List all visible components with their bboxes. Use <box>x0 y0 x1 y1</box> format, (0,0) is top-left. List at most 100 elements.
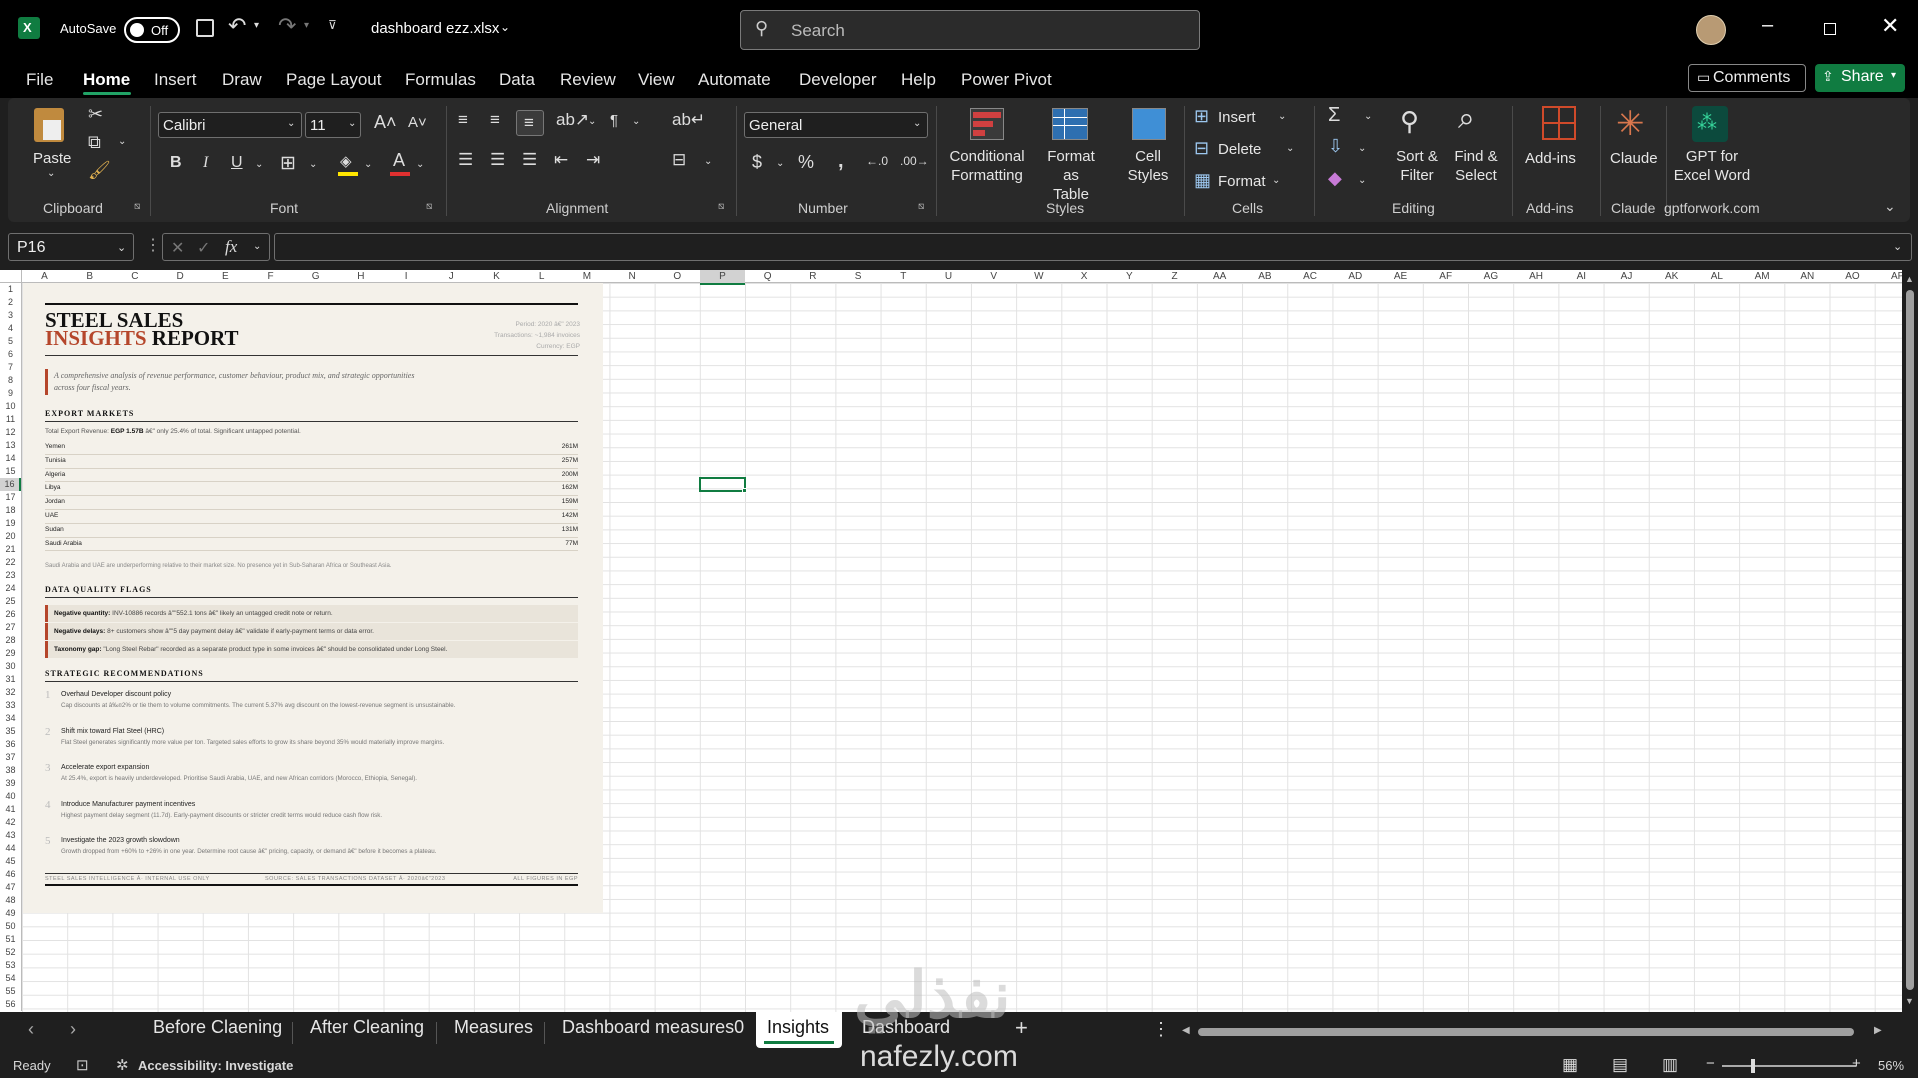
column-header[interactable]: AL <box>1694 270 1739 283</box>
row-header[interactable]: 24 <box>0 582 21 595</box>
redo-dropdown-icon[interactable]: ▾ <box>304 20 309 31</box>
row-header[interactable]: 8 <box>0 374 21 387</box>
percent-icon[interactable]: % <box>798 152 814 173</box>
minimize-icon[interactable]: – <box>1762 14 1773 37</box>
cut-icon[interactable]: ✂ <box>88 104 103 125</box>
menu-formulas[interactable]: Formulas <box>405 70 476 90</box>
column-header[interactable]: AF <box>1423 270 1468 283</box>
align-center-icon[interactable]: ☰ <box>490 150 505 170</box>
row-header[interactable]: 49 <box>0 907 21 920</box>
row-header[interactable]: 18 <box>0 504 21 517</box>
row-header[interactable]: 3 <box>0 309 21 322</box>
menu-draw[interactable]: Draw <box>222 70 262 90</box>
fill-chevron-icon[interactable]: ⌄ <box>1358 143 1366 154</box>
row-header[interactable]: 13 <box>0 439 21 452</box>
menu-data[interactable]: Data <box>499 70 535 90</box>
clipboard-launcher-icon[interactable]: ⧅ <box>134 201 140 212</box>
column-header[interactable]: AI <box>1559 270 1604 283</box>
column-header[interactable]: AM <box>1740 270 1785 283</box>
row-header[interactable]: 17 <box>0 491 21 504</box>
accessibility-status[interactable]: Accessibility: Investigate <box>138 1058 293 1073</box>
close-icon[interactable]: ✕ <box>1881 13 1899 39</box>
align-middle-icon[interactable]: ≡ <box>490 110 500 130</box>
ribbon-collapse-icon[interactable]: ⌄ <box>1884 198 1896 215</box>
row-header[interactable]: 15 <box>0 465 21 478</box>
accessibility-icon[interactable]: ✲ <box>116 1056 129 1074</box>
comments-button[interactable]: ▭ Comments <box>1688 64 1806 92</box>
undo-icon[interactable]: ↶ <box>228 13 246 39</box>
text-direction-chevron-icon[interactable]: ⌄ <box>632 116 640 127</box>
font-launcher-icon[interactable]: ⧅ <box>426 201 432 212</box>
orientation-icon[interactable]: ab↗ <box>556 110 589 130</box>
format-painter-icon[interactable]: 🖌 <box>88 160 111 181</box>
delete-chevron-icon[interactable]: ⌄ <box>1286 143 1294 154</box>
increase-indent-icon[interactable]: ⇥ <box>586 150 600 170</box>
gpt-for-excel-icon[interactable]: ⁂ <box>1692 106 1728 142</box>
menu-automate[interactable]: Automate <box>698 70 771 90</box>
column-header[interactable]: D <box>158 270 203 283</box>
column-header[interactable]: AG <box>1468 270 1513 283</box>
insert-chevron-icon[interactable]: ⌄ <box>1278 111 1286 122</box>
row-header[interactable]: 52 <box>0 946 21 959</box>
number-launcher-icon[interactable]: ⧅ <box>918 201 924 212</box>
page-layout-view-icon[interactable]: ▤ <box>1612 1055 1628 1075</box>
row-header[interactable]: 34 <box>0 712 21 725</box>
prev-sheet-icon[interactable]: ‹ <box>28 1019 34 1040</box>
column-header[interactable]: U <box>926 270 971 283</box>
row-header[interactable]: 26 <box>0 608 21 621</box>
row-header[interactable]: 54 <box>0 972 21 985</box>
row-header[interactable]: 44 <box>0 842 21 855</box>
row-header[interactable]: 6 <box>0 348 21 361</box>
increase-font-icon[interactable]: A˄ <box>374 112 397 133</box>
claude-icon[interactable]: ✳ <box>1616 104 1645 144</box>
vertical-scrollbar[interactable]: ▲ ▼ <box>1902 270 1918 1012</box>
row-header[interactable]: 35 <box>0 725 21 738</box>
wrap-text-icon[interactable]: ab↵ <box>672 110 705 130</box>
column-header[interactable]: W <box>1016 270 1061 283</box>
row-header[interactable]: 12 <box>0 426 21 439</box>
zoom-in-icon[interactable]: + <box>1852 1055 1861 1072</box>
row-header[interactable]: 55 <box>0 985 21 998</box>
filename[interactable]: dashboard ezz.xlsx <box>371 20 499 37</box>
clear-chevron-icon[interactable]: ⌄ <box>1358 175 1366 186</box>
zoom-slider[interactable] <box>1722 1059 1856 1073</box>
cancel-entry-icon[interactable]: ✕ <box>171 238 184 258</box>
menu-insert[interactable]: Insert <box>154 70 197 90</box>
scroll-down-icon[interactable]: ▼ <box>1905 996 1914 1006</box>
autosave-toggle[interactable]: Off <box>124 17 180 43</box>
font-size-combo[interactable]: 11 ⌄ <box>305 112 361 138</box>
find-select-button[interactable]: Find & Select <box>1446 147 1506 185</box>
sort-filter-button[interactable]: Sort & Filter <box>1390 147 1444 185</box>
tab-measures[interactable]: Measures <box>454 1017 533 1038</box>
row-header[interactable]: 16 <box>0 478 21 491</box>
row-header[interactable]: 46 <box>0 868 21 881</box>
column-header[interactable]: AC <box>1288 270 1333 283</box>
row-header[interactable]: 7 <box>0 361 21 374</box>
column-header[interactable]: I <box>384 270 429 283</box>
tab-after-cleaning[interactable]: After Cleaning <box>310 1017 424 1038</box>
delete-cells-icon[interactable]: ⊟ <box>1194 138 1209 159</box>
row-header[interactable]: 11 <box>0 413 21 426</box>
undo-dropdown-icon[interactable]: ▾ <box>254 20 259 31</box>
name-box[interactable]: P16 ⌄ <box>8 233 134 261</box>
format-cells-icon[interactable]: ▦ <box>1194 170 1211 191</box>
menu-file[interactable]: File <box>26 70 53 90</box>
number-format-combo[interactable]: General ⌄ <box>744 112 928 138</box>
row-header[interactable]: 5 <box>0 335 21 348</box>
column-header[interactable]: R <box>790 270 835 283</box>
search-box[interactable]: ⚲ Search <box>740 10 1200 50</box>
column-header[interactable]: B <box>67 270 112 283</box>
row-header[interactable]: 40 <box>0 790 21 803</box>
conditional-formatting-button[interactable]: Conditional Formatting <box>944 147 1030 185</box>
zoom-out-icon[interactable]: − <box>1706 1055 1715 1072</box>
restore-icon[interactable] <box>1824 23 1836 35</box>
horizontal-scroll-thumb[interactable] <box>1198 1028 1854 1036</box>
row-header[interactable]: 43 <box>0 829 21 842</box>
text-direction-icon[interactable]: ¶ <box>610 112 618 129</box>
row-header[interactable]: 32 <box>0 686 21 699</box>
copy-icon[interactable]: ⧉ <box>88 132 101 153</box>
column-header[interactable]: AJ <box>1604 270 1649 283</box>
active-cell[interactable] <box>699 477 746 492</box>
borders-chevron-icon[interactable]: ⌄ <box>309 159 317 170</box>
menu-developer[interactable]: Developer <box>799 70 877 90</box>
